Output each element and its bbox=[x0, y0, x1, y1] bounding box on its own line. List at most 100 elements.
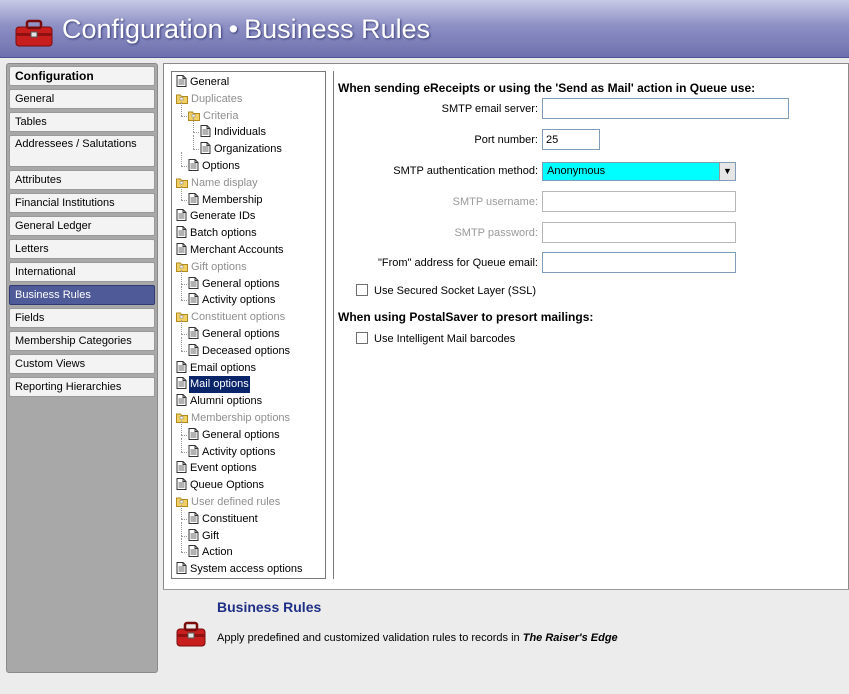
page-icon bbox=[176, 242, 189, 256]
from-address-input[interactable] bbox=[542, 252, 736, 273]
tree-item[interactable]: Name display bbox=[172, 175, 325, 192]
from-address-label: "From" address for Queue email: bbox=[377, 257, 538, 269]
sidebar-item-fields[interactable]: Fields bbox=[9, 308, 155, 328]
options-tree[interactable]: General Duplicates Criteria Individuals Orga… bbox=[171, 71, 326, 579]
tree-item[interactable]: Alumni options bbox=[172, 393, 325, 410]
info-title: Business Rules bbox=[217, 599, 322, 615]
tree-item[interactable]: Queue Options bbox=[172, 477, 325, 494]
tree-item-label: Alumni options bbox=[190, 395, 263, 408]
intelligent-mail-checkbox[interactable] bbox=[356, 332, 368, 344]
tree-item-label: General bbox=[190, 76, 230, 88]
tree-item[interactable]: Activity options bbox=[172, 292, 325, 309]
tree-item[interactable]: Gift options bbox=[172, 259, 325, 276]
tree-item[interactable]: Duplicates bbox=[172, 91, 325, 108]
tree-item-label: Duplicates bbox=[191, 92, 243, 105]
tree-item[interactable]: General bbox=[172, 74, 325, 91]
page-icon bbox=[200, 125, 213, 138]
tree-item[interactable]: Membership options bbox=[172, 410, 325, 427]
smtp-username-input[interactable] bbox=[542, 191, 736, 212]
tree-item[interactable]: Activity options bbox=[172, 444, 325, 461]
page-icon bbox=[188, 528, 201, 542]
tree-item[interactable]: Batch options bbox=[172, 225, 325, 242]
folder-icon bbox=[176, 496, 190, 508]
tree-item[interactable]: Gift bbox=[172, 528, 325, 545]
title-bar: Configuration • Business Rules bbox=[0, 0, 849, 58]
page-icon bbox=[188, 444, 201, 458]
tree-item[interactable]: User defined rules bbox=[172, 494, 325, 511]
tree-connector bbox=[181, 437, 182, 452]
tree-item-label: Organizations bbox=[214, 143, 282, 156]
sidebar-item-addressees-salutations[interactable]: Addressees / Salutations bbox=[9, 135, 155, 167]
tree-connector bbox=[181, 350, 189, 352]
page-icon bbox=[188, 158, 201, 172]
tree-item[interactable]: Mail options bbox=[172, 376, 325, 394]
chevron-down-icon[interactable]: ▼ bbox=[719, 163, 735, 180]
tree-connector bbox=[193, 135, 194, 150]
info-panel: Business Rules Apply predefined and cust… bbox=[163, 589, 849, 673]
ssl-option[interactable]: Use Secured Socket Layer (SSL) bbox=[356, 284, 536, 297]
ssl-label: Use Secured Socket Layer (SSL) bbox=[374, 285, 537, 297]
page-icon bbox=[188, 427, 201, 441]
tree-item[interactable]: Event options bbox=[172, 460, 325, 477]
tree-item[interactable]: Membership bbox=[172, 192, 325, 209]
tree-connector bbox=[181, 552, 189, 554]
tree-item[interactable]: Email options bbox=[172, 360, 325, 377]
tree-connector bbox=[181, 334, 189, 335]
sidebar-item-membership-categories[interactable]: Membership Categories bbox=[9, 331, 155, 351]
tree-item-label: Action bbox=[202, 546, 233, 559]
sidebar-item-general-ledger[interactable]: General Ledger bbox=[9, 216, 155, 236]
tree-item[interactable]: Options bbox=[172, 158, 325, 175]
tree-item[interactable]: Generate IDs bbox=[172, 208, 325, 225]
tree-connector bbox=[181, 518, 189, 520]
tree-connector bbox=[181, 434, 189, 436]
intelligent-mail-label: Use Intelligent Mail barcodes bbox=[374, 333, 516, 345]
tree-item[interactable]: System access options bbox=[172, 561, 325, 578]
sidebar-item-tables[interactable]: Tables bbox=[9, 112, 155, 132]
tree-item[interactable]: General options bbox=[172, 326, 325, 343]
folder-icon bbox=[176, 93, 190, 105]
tree-item-label: Mail options bbox=[189, 376, 250, 394]
sidebar-item-international[interactable]: International bbox=[9, 262, 155, 282]
page-icon bbox=[176, 209, 189, 222]
intelligent-mail-option[interactable]: Use Intelligent Mail barcodes bbox=[356, 332, 515, 345]
section-title-postalsaver: When using PostalSaver to presort mailin… bbox=[338, 310, 594, 324]
auth-method-select[interactable]: Anonymous ▼ bbox=[542, 162, 736, 181]
info-description: Apply predefined and customized validati… bbox=[217, 632, 618, 644]
tree-item-label: General options bbox=[202, 327, 280, 340]
sidebar-item-financial-institutions[interactable]: Financial Institutions bbox=[9, 193, 155, 213]
tree-item-label: Merchant Accounts bbox=[190, 243, 284, 256]
sidebar-item-general[interactable]: General bbox=[9, 89, 155, 109]
tree-item[interactable]: Deceased options bbox=[172, 343, 325, 360]
tree-item[interactable]: Action bbox=[172, 544, 325, 561]
sidebar-item-attributes[interactable]: Attributes bbox=[9, 170, 155, 190]
tree-item-label: Constituent options bbox=[191, 311, 286, 324]
auth-method-value: Anonymous bbox=[547, 165, 606, 177]
tree-item[interactable]: Merchant Accounts bbox=[172, 242, 325, 259]
tree-item[interactable]: General options bbox=[172, 276, 325, 293]
tree-item[interactable]: Constituent options bbox=[172, 309, 325, 326]
tree-item-label: Gift options bbox=[191, 260, 247, 273]
tree-item[interactable]: General options bbox=[172, 427, 325, 444]
tree-connector bbox=[181, 521, 182, 536]
tree-item[interactable]: Constituent bbox=[172, 511, 325, 528]
smtp-server-input[interactable] bbox=[542, 98, 789, 119]
smtp-username-label: SMTP username: bbox=[452, 196, 538, 208]
sidebar-item-letters[interactable]: Letters bbox=[9, 239, 155, 259]
tree-item[interactable]: Criteria bbox=[172, 108, 325, 125]
tree-connector bbox=[181, 283, 189, 285]
port-number-input[interactable] bbox=[542, 129, 600, 150]
tree-connector bbox=[181, 286, 182, 301]
sidebar-header: Configuration bbox=[9, 66, 155, 86]
tree-item-label: Membership bbox=[202, 193, 263, 206]
smtp-password-input[interactable] bbox=[542, 222, 736, 243]
ssl-checkbox[interactable] bbox=[356, 284, 368, 296]
sidebar-item-reporting-hierarchies[interactable]: Reporting Hierarchies bbox=[9, 377, 155, 397]
tree-connector bbox=[181, 420, 182, 435]
tree-item-label: Options bbox=[202, 159, 240, 172]
sidebar-item-business-rules[interactable]: Business Rules bbox=[9, 285, 155, 305]
sidebar-item-custom-views[interactable]: Custom Views bbox=[9, 354, 155, 374]
tree-item-label: Individuals bbox=[214, 126, 266, 139]
page-icon bbox=[188, 192, 201, 206]
tree-connector bbox=[181, 535, 189, 537]
folder-icon bbox=[176, 261, 190, 273]
